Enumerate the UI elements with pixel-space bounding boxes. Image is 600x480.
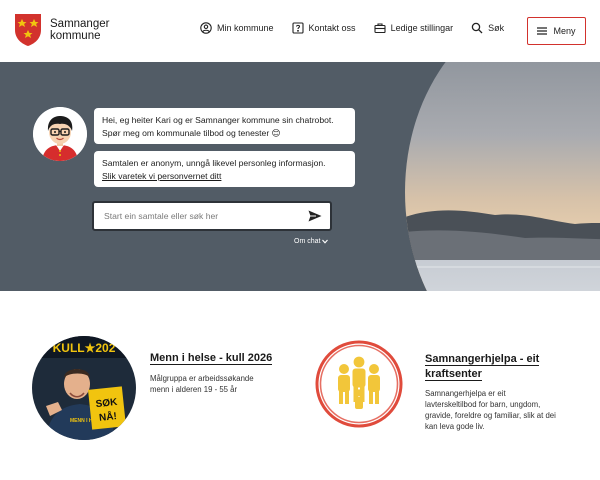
nav-label: Kontakt oss <box>308 23 356 33</box>
card-title[interactable]: Samnangerhjelpa - eit kraftsenter <box>425 352 565 382</box>
svg-text:KULL★202: KULL★202 <box>53 341 116 355</box>
chatbot-avatar <box>33 107 87 161</box>
briefcase-icon <box>374 23 386 34</box>
nav-min-kommune[interactable]: Min kommune <box>200 22 274 34</box>
about-chat-label: Om chat <box>294 238 321 245</box>
card-title-text: Samnangerhjelpa - eit kraftsenter <box>425 353 540 381</box>
privacy-text: Samtalen er anonym, unngå likevel person… <box>102 158 326 168</box>
svg-text:SØK: SØK <box>95 397 118 410</box>
top-nav: Min kommune Kontakt oss Ledige stillinga… <box>200 22 522 34</box>
chat-privacy-bubble: Samtalen er anonym, unngå likevel person… <box>94 151 355 187</box>
home-link[interactable]: Samnanger kommune <box>14 13 109 47</box>
coat-of-arms-icon <box>15 14 41 46</box>
menu-label: Meny <box>553 26 576 36</box>
search-icon <box>471 22 483 34</box>
site-header: Samnanger kommune Min kommune Kontakt os… <box>0 0 600 62</box>
nav-label: Min kommune <box>217 23 274 33</box>
hamburger-icon <box>537 27 548 35</box>
user-circle-icon <box>200 22 212 34</box>
question-box-icon <box>291 22 304 34</box>
menu-button[interactable]: Meny <box>527 17 586 45</box>
nav-ledige-stillingar[interactable]: Ledige stillingar <box>374 22 454 34</box>
nav-sok[interactable]: Søk <box>471 22 504 34</box>
nav-label: Ledige stillingar <box>390 23 454 33</box>
chat-input-box <box>92 201 332 231</box>
winter-landscape-image <box>405 62 600 291</box>
chevron-down-icon <box>322 239 329 244</box>
brand-name: Samnanger kommune <box>50 17 110 43</box>
nav-label: Søk <box>488 23 505 33</box>
card-title-text: Menn i helse - kull 2026 <box>150 352 273 365</box>
card-description: Samnangerhjelpa er eit lavterskeltilbod … <box>425 389 556 431</box>
chatbot-hero: Hei, eg heiter Kari og er Samnanger komm… <box>0 62 600 291</box>
card-image-family-icon <box>313 338 405 430</box>
chat-greeting-bubble: Hei, eg heiter Kari og er Samnanger komm… <box>94 108 355 144</box>
send-icon[interactable] <box>308 210 322 222</box>
card-title[interactable]: Menn i helse - kull 2026 <box>150 351 290 366</box>
card-description: Målgruppa er arbeidssøkande menn i alder… <box>150 374 254 394</box>
chat-search-input[interactable] <box>104 211 284 221</box>
nav-kontakt-oss[interactable]: Kontakt oss <box>291 22 356 34</box>
privacy-link[interactable]: Slik varetek vi personvernet ditt <box>102 170 347 183</box>
about-chat-toggle[interactable]: Om chat <box>294 238 329 245</box>
card-image-man-with-sign: KULL★202 MENN I HELSE SØK NÅ! <box>32 336 136 440</box>
greeting-text: Hei, eg heiter Kari og er Samnanger komm… <box>102 115 334 138</box>
